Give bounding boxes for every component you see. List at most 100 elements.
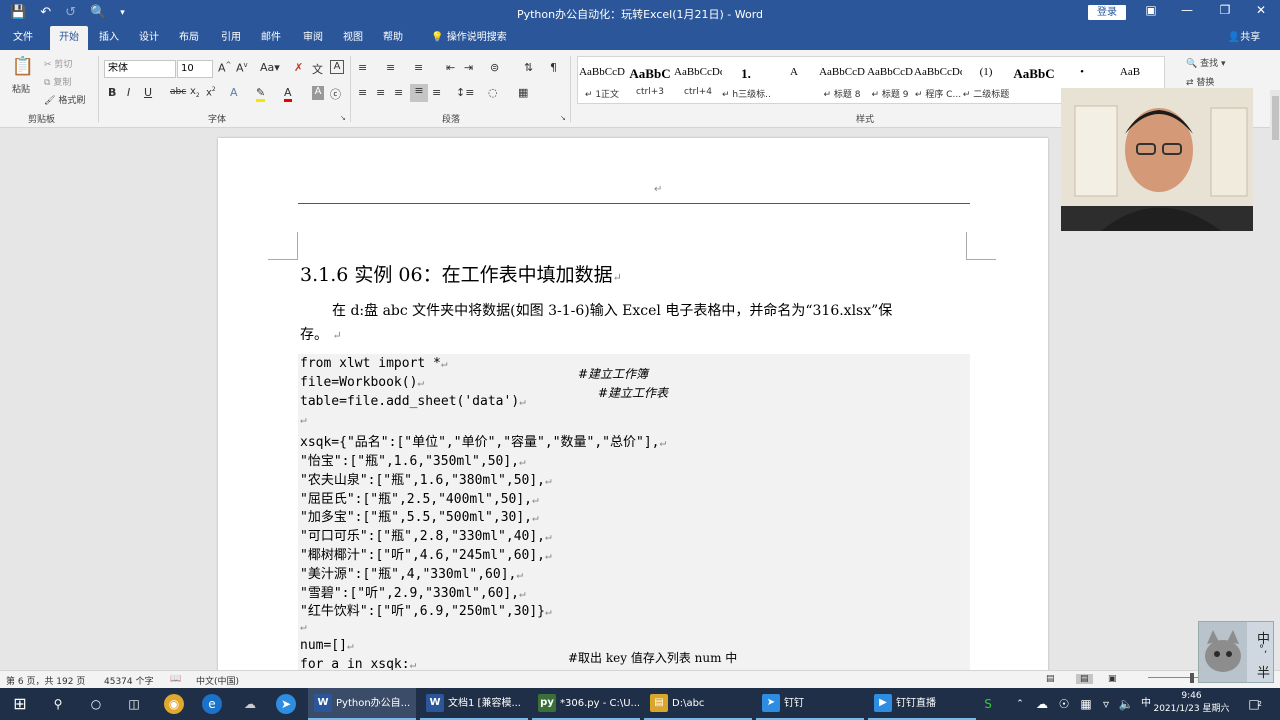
line-spacing-icon[interactable]: ↕≡	[456, 86, 474, 99]
shrink-font-icon[interactable]: Av	[236, 61, 248, 75]
tab-layout[interactable]: 布局	[174, 26, 204, 50]
style-item[interactable]: AaBbCcDdl ctrl+4	[674, 57, 722, 103]
underline-icon[interactable]: U	[144, 86, 152, 99]
tray-network-icon[interactable]: ▦	[1076, 694, 1096, 714]
tray-shield-icon[interactable]: ☉	[1054, 694, 1074, 714]
increase-indent-icon[interactable]: ⇥	[464, 61, 473, 74]
taskbar-app-button[interactable]: ▤ D:\abc	[644, 688, 752, 720]
style-item[interactable]: AaBbC ctrl+3	[626, 57, 674, 103]
dingtalk-pinned-icon[interactable]: ➤	[276, 694, 296, 714]
style-item[interactable]: (1) ↵ 二级标题	[962, 57, 1010, 103]
page-count[interactable]: 第 6 页，共 192 页	[6, 674, 85, 687]
proofing-icon[interactable]: 📖	[170, 674, 181, 684]
style-item[interactable]: 1. ↵ h三级标...	[722, 57, 770, 103]
login-button[interactable]: 登录	[1088, 5, 1126, 20]
multilevel-list-icon[interactable]: ≡	[414, 61, 423, 74]
change-case-icon[interactable]: Aa▾	[260, 61, 280, 74]
edge-icon[interactable]: e	[202, 694, 222, 714]
text-effects-icon[interactable]: A	[230, 86, 238, 99]
language-indicator[interactable]: 中文(中国)	[196, 674, 239, 687]
sort-icon[interactable]: ⇅	[524, 61, 533, 74]
ime-half-width[interactable]: 半	[1257, 662, 1270, 681]
shading-icon[interactable]: ◌	[488, 86, 498, 99]
volume-icon[interactable]: 🔈	[1116, 694, 1136, 714]
bullets-icon[interactable]: ≡	[358, 61, 367, 74]
read-mode-icon[interactable]: ▤	[1046, 674, 1055, 684]
numbering-icon[interactable]: ≡	[386, 61, 395, 74]
justify-icon[interactable]: ≡	[410, 84, 428, 102]
character-border-icon[interactable]: A	[330, 60, 344, 74]
find-button[interactable]: 🔍 查找 ▾	[1186, 56, 1226, 69]
highlight-icon[interactable]: ✎	[256, 86, 266, 102]
taskbar-app-button[interactable]: W 文档1 [兼容模...	[420, 688, 528, 720]
style-item[interactable]: AaBbCcD ↵ 1正文	[578, 57, 626, 103]
style-item[interactable]: AaBbC	[1010, 57, 1058, 103]
font-name-select[interactable]: 宋体	[104, 60, 176, 78]
decrease-indent-icon[interactable]: ⇤	[446, 61, 455, 74]
style-item[interactable]: A	[770, 57, 818, 103]
search-icon[interactable]: ⚲	[48, 694, 68, 714]
taskbar-app-button[interactable]: W Python办公自...	[308, 688, 416, 720]
format-painter-button[interactable]: 🖌 格式刷	[44, 93, 85, 106]
document-page[interactable]: ↵ 3.1.6 实例 06：在工作表中填加数据↵ 在 d:盘 abc 文件夹中将…	[218, 138, 1048, 670]
tab-help[interactable]: 帮助	[378, 26, 408, 50]
cortana-icon[interactable]: ○	[86, 694, 106, 714]
paragraph-dialog-launcher-icon[interactable]: ↘	[560, 114, 566, 122]
close-icon[interactable]: ✕	[1246, 3, 1276, 17]
word-count[interactable]: 45374 个字	[104, 674, 154, 687]
tell-me-search[interactable]: 💡 操作说明搜索	[424, 26, 514, 50]
notification-center-icon[interactable]: □ 2	[1244, 694, 1264, 714]
align-center-icon[interactable]: ≡	[376, 86, 385, 99]
tab-design[interactable]: 设计	[134, 26, 164, 50]
cut-button[interactable]: ✂ 剪切	[44, 57, 72, 70]
italic-icon[interactable]: I	[127, 86, 130, 99]
paste-icon[interactable]: 📋	[10, 56, 36, 78]
chinese-layout-icon[interactable]: ⊜	[490, 61, 499, 74]
windows-start-icon[interactable]: ⊞	[10, 694, 30, 714]
print-layout-icon[interactable]: ▤	[1076, 674, 1093, 684]
align-right-icon[interactable]: ≡	[394, 86, 403, 99]
web-layout-icon[interactable]: ▣	[1108, 674, 1117, 684]
font-color-icon[interactable]: A	[284, 86, 292, 102]
tray-app-icon[interactable]: S	[978, 694, 998, 714]
grow-font-icon[interactable]: A^	[218, 61, 231, 75]
align-left-icon[interactable]: ≡	[358, 86, 367, 99]
task-view-icon[interactable]: ◫	[124, 694, 144, 714]
strikethrough-icon[interactable]: abc	[170, 87, 186, 97]
taskbar-app-button[interactable]: py *306.py - C:\U...	[532, 688, 640, 720]
show-formatting-marks-icon[interactable]: ¶	[550, 61, 557, 74]
ribbon-display-options-icon[interactable]: ▣	[1136, 3, 1166, 17]
bold-icon[interactable]: B	[108, 86, 116, 99]
tab-file[interactable]: 文件	[8, 26, 38, 50]
tab-references[interactable]: 引用	[216, 26, 246, 50]
superscript-icon[interactable]: x2	[206, 86, 216, 98]
zoom-slider-thumb[interactable]	[1190, 673, 1194, 683]
share-button[interactable]: 👤共享	[1222, 26, 1266, 50]
chrome-icon[interactable]: ◉	[164, 694, 184, 714]
style-item[interactable]: AaBbCcDdI ↵ 程序 C...	[914, 57, 962, 103]
tab-insert[interactable]: 插入	[94, 26, 124, 50]
minimize-icon[interactable]: —	[1172, 3, 1202, 17]
tray-chevron-icon[interactable]: ⌃	[1010, 694, 1030, 714]
scrollbar-thumb[interactable]	[1272, 96, 1279, 140]
ime-toolbar[interactable]: 中 °, 半	[1198, 621, 1274, 683]
tab-review[interactable]: 审阅	[298, 26, 328, 50]
phonetic-guide-icon[interactable]: 文	[312, 61, 323, 77]
subscript-icon[interactable]: x2	[190, 86, 200, 99]
app-pinned-icon[interactable]: ☁	[240, 694, 260, 714]
style-item[interactable]: AaBbCcD ↵ 标题 9	[866, 57, 914, 103]
style-item[interactable]: AaBbCcD ↵ 标题 8	[818, 57, 866, 103]
tab-view[interactable]: 视图	[338, 26, 368, 50]
copy-button[interactable]: ⧉ 复制	[44, 75, 71, 88]
borders-icon[interactable]: ▦	[518, 86, 528, 99]
font-size-select[interactable]: 10	[177, 60, 213, 78]
tab-home[interactable]: 开始	[50, 26, 88, 50]
ime-punctuation[interactable]: °,	[1259, 644, 1267, 655]
paste-button[interactable]: 粘贴	[12, 82, 30, 95]
enclose-characters-icon[interactable]: ⓒ	[330, 86, 341, 102]
distributed-icon[interactable]: ≡	[432, 86, 441, 99]
clear-formatting-icon[interactable]: ✗	[294, 61, 303, 74]
system-clock[interactable]: 9:46 2021/1/23 星期六	[1144, 690, 1239, 716]
tray-cloud-icon[interactable]: ☁	[1032, 694, 1052, 714]
tab-mailings[interactable]: 邮件	[256, 26, 286, 50]
